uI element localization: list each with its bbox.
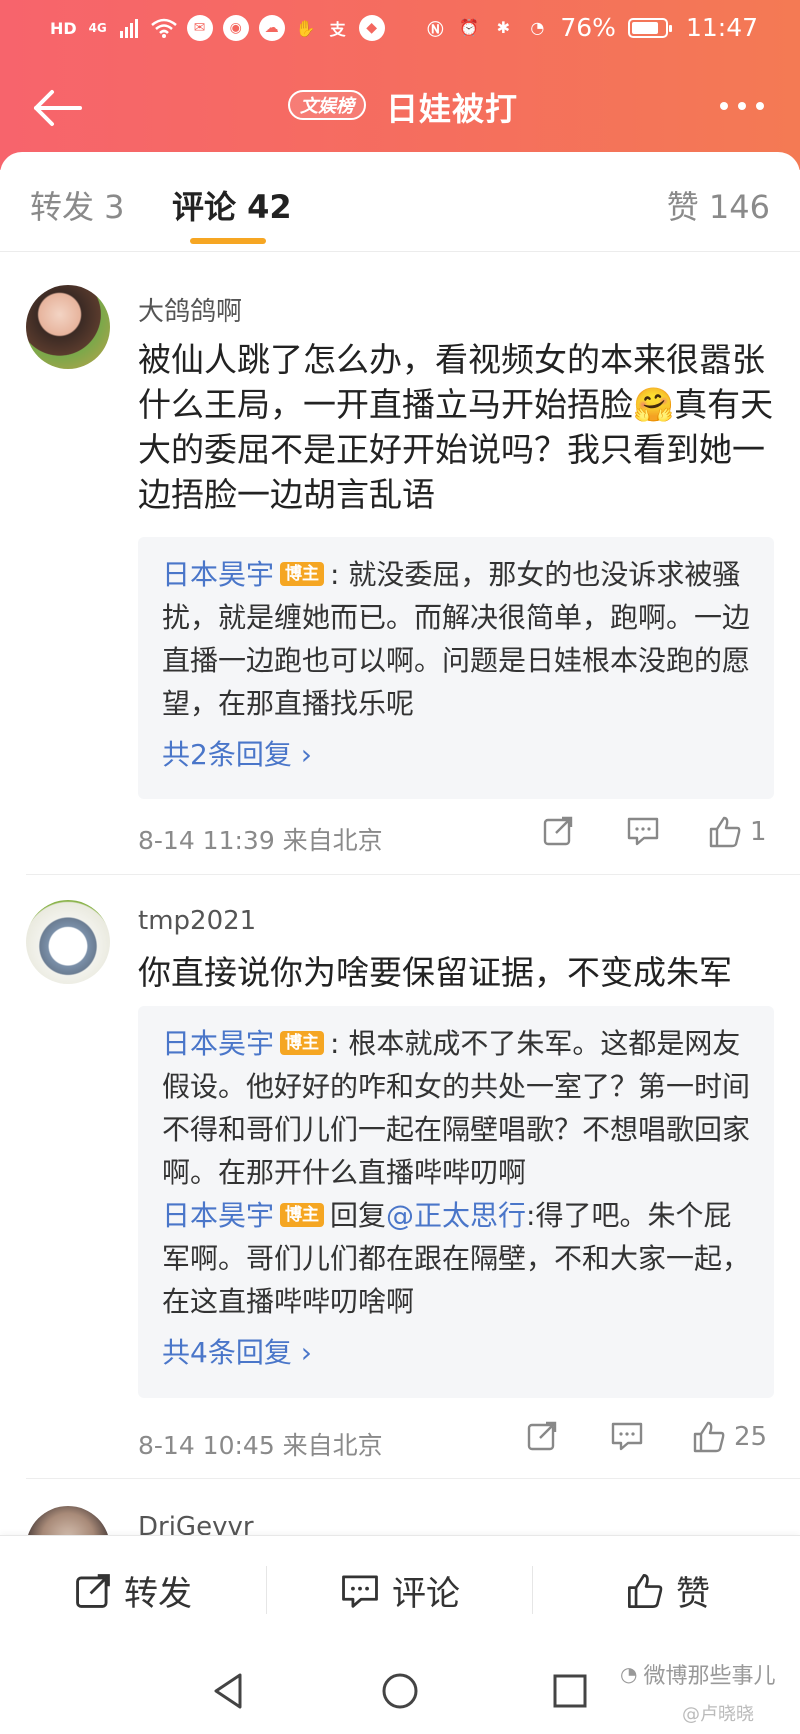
back-arrow-icon[interactable] [30, 88, 86, 128]
header-bar: HD 4G ✉ ◉ ☁ ✋ 支 ◆ Ⓝ ⏰ ✱ ◔ 76% 11:47 文娱榜 … [0, 0, 800, 170]
reply-separator: : [330, 1027, 340, 1060]
bottom-action-bar: 转发 评论 赞 [0, 1535, 800, 1645]
reply-box[interactable]: 日本昊宇 博主: 根本就成不了朱军。这都是网友假设。他好好的咋和女的共处一室了？第… [138, 1006, 774, 1398]
comment-username[interactable]: DriGevvr [138, 1512, 254, 1535]
hand-icon: ✋ [295, 18, 316, 38]
comment-divider [26, 874, 800, 875]
like-button[interactable]: 1 [708, 815, 767, 849]
avatar[interactable] [26, 1506, 110, 1535]
watermark: ◔ 微博那些事儿 [620, 1658, 775, 1690]
reply-separator: 回复 [330, 1199, 387, 1232]
separator [266, 1566, 267, 1614]
repost-label: 转发 [124, 1574, 192, 1614]
reply-separator: : [330, 558, 340, 591]
alarm-icon: ⏰ [459, 18, 480, 37]
page-title: 日娃被打 [386, 90, 519, 128]
separator [532, 1566, 533, 1614]
reply-entry: 日本昊宇 博主 回复@正太思行:得了吧。朱个屁军啊。哥们儿们都在跟在隔壁，不和大家一… [162, 1194, 750, 1323]
comment-label: 评论 [392, 1574, 460, 1614]
watermark-sub: @卢晓晓 [682, 1704, 754, 1725]
share-icon [527, 1421, 557, 1451]
reply-button[interactable] [626, 815, 660, 847]
like-label: 赞 [676, 1574, 710, 1614]
weibo-icon: ◉ [222, 15, 249, 41]
browser-icon: ◆ [358, 15, 385, 41]
watermark-text: 微博那些事儿 [643, 1664, 776, 1689]
battery-percent: 76% [560, 13, 616, 42]
ranking-badge[interactable]: 文娱榜 [288, 90, 366, 120]
nav-home-icon[interactable] [380, 1671, 420, 1711]
nfc-icon: Ⓝ [427, 19, 444, 39]
bluetooth-icon: ✱ [496, 18, 511, 37]
speed-icon: ◔ [530, 18, 545, 37]
tab-bar: 转发 3 评论 42 赞 146 [0, 152, 800, 252]
battery-icon [627, 17, 672, 38]
comment-divider [26, 1478, 800, 1479]
reply-entry: 日本昊宇 博主: 根本就成不了朱军。这都是网友假设。他好好的咋和女的共处一室了？第… [162, 1022, 750, 1194]
wifi-icon [150, 18, 177, 38]
reply-author[interactable]: 日本昊宇 [162, 558, 274, 591]
comment-icon [611, 1422, 643, 1451]
like-count: 1 [750, 817, 767, 847]
avatar[interactable] [26, 900, 110, 984]
comment-item: DriGevvr [0, 1490, 800, 1535]
comment-icon [342, 1574, 378, 1608]
reply-author[interactable]: 日本昊宇 [162, 1027, 274, 1060]
repost-button[interactable]: 转发 [74, 1566, 192, 1615]
share-icon [76, 1573, 110, 1608]
reply-button[interactable] [610, 1420, 644, 1452]
hd-icon: HD [50, 18, 77, 38]
comment-meta: 8-14 11:39 来自北京 [138, 826, 383, 855]
tab-likes[interactable]: 赞 146 [667, 182, 770, 228]
comment-text: 被仙人跳了怎么办，看视频女的本来很嚣张什么王局，一开直播立马开始捂脸🤗真有天大的… [138, 340, 774, 514]
comment-text: 你直接说你为啥要保留证据，不变成朱军 [138, 953, 732, 992]
comment-username[interactable]: 大鸽鸽啊 [138, 291, 242, 328]
comment-username[interactable]: tmp2021 [138, 906, 256, 936]
blogger-badge: 博主 [280, 1031, 325, 1055]
like-button[interactable]: 25 [692, 1420, 767, 1454]
alipay-icon: 支 [329, 20, 346, 39]
avatar[interactable] [26, 285, 110, 369]
share-icon [543, 816, 573, 846]
active-tab-indicator [190, 238, 266, 244]
comment-icon [627, 817, 659, 846]
more-options-icon[interactable] [720, 102, 764, 110]
wechat-icon: ◔ [620, 1662, 638, 1686]
tab-repost[interactable]: 转发 3 [30, 182, 125, 228]
thumbs-up-icon [628, 1573, 663, 1608]
tab-comments[interactable]: 评论 42 [172, 182, 292, 228]
nav-recents-icon[interactable] [552, 1673, 588, 1709]
signal-icon [119, 19, 138, 38]
cloud-icon: ☁ [258, 15, 285, 41]
comment-button[interactable]: 评论 [340, 1566, 460, 1615]
mention-link[interactable]: @正太思行 [386, 1199, 526, 1232]
blogger-badge: 博主 [280, 562, 325, 586]
share-button[interactable] [526, 1420, 558, 1452]
comment-meta: 8-14 10:45 来自北京 [138, 1431, 383, 1460]
clock: 11:47 [685, 13, 758, 42]
like-button[interactable]: 赞 [626, 1566, 710, 1615]
nav-back-icon[interactable] [210, 1671, 246, 1711]
status-bar: HD 4G ✉ ◉ ☁ ✋ 支 ◆ Ⓝ ⏰ ✱ ◔ 76% 11:47 [0, 0, 800, 58]
network-type: 4G [88, 21, 107, 35]
reply-author[interactable]: 日本昊宇 [162, 1199, 274, 1232]
thumbs-up-icon [709, 816, 741, 848]
reply-box[interactable]: 日本昊宇 博主: 就没委屈，那女的也没诉求被骚扰，就是缠她而已。而解决很简单，跑啊… [138, 537, 774, 799]
blogger-badge: 博主 [280, 1203, 325, 1227]
more-replies-link[interactable]: 共2条回复 › [162, 733, 750, 776]
nav-bar: 文娱榜 日娃被打 [0, 70, 800, 146]
message-icon: ✉ [186, 15, 213, 41]
more-replies-link[interactable]: 共4条回复 › [162, 1331, 750, 1374]
like-count: 25 [734, 1422, 768, 1452]
share-button[interactable] [542, 815, 574, 847]
thumbs-up-icon [693, 1421, 725, 1453]
